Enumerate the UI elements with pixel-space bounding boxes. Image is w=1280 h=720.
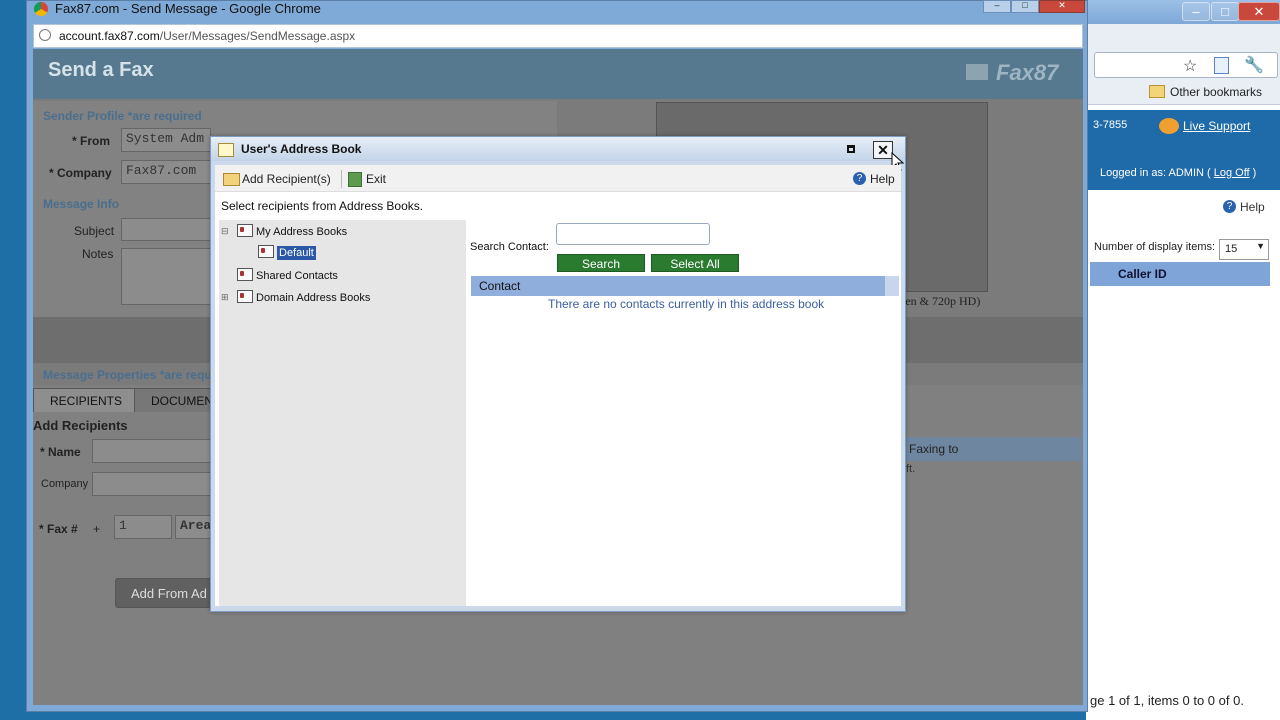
tree-item-label: Shared Contacts	[256, 270, 338, 282]
url-host: account.fax87.com	[59, 29, 160, 43]
display-items-select[interactable]: 15 ▼	[1219, 239, 1269, 260]
help-icon[interactable]: ?	[853, 172, 866, 185]
display-items-value: 15	[1225, 243, 1238, 255]
phone-number: 3-7855	[1093, 119, 1128, 131]
exit-button[interactable]: Exit	[366, 172, 386, 186]
close-icon[interactable]: ✕	[873, 141, 893, 159]
url-text[interactable]: account.fax87.com/User/Messages/SendMess…	[59, 29, 355, 43]
close-icon[interactable]: ✕	[1039, 0, 1085, 13]
background-help-link[interactable]: Help	[1240, 200, 1265, 214]
subject-label: Subject	[74, 224, 115, 238]
video-caption: een & 720p HD)	[900, 294, 981, 308]
folder-add-icon	[223, 173, 240, 186]
maximize-icon[interactable]: □	[1211, 2, 1239, 21]
dialog-help-button[interactable]: Help	[870, 172, 895, 186]
pager-text: ge 1 of 1, items 0 to 0 of 0.	[1090, 693, 1244, 708]
chevron-down-icon: ▼	[1256, 241, 1265, 251]
close-icon[interactable]: ✕	[1238, 2, 1280, 21]
window-title: Fax87.com - Send Message - Google Chrome	[55, 1, 321, 16]
page-icon[interactable]	[1214, 57, 1229, 74]
address-book-icon	[237, 224, 253, 237]
minimize-icon[interactable]: –	[1182, 2, 1210, 21]
tree-expand-icon[interactable]: ⊞	[221, 292, 229, 303]
fax-area-field[interactable]: Area	[175, 515, 215, 539]
from-field[interactable]: System Adm	[121, 128, 211, 152]
search-contact-input[interactable]	[556, 223, 710, 245]
fax-machine-icon	[966, 64, 988, 80]
tree-item-label: My Address Books	[256, 226, 348, 238]
tree-item-default[interactable]: Default	[258, 245, 316, 260]
display-items-label: Number of display items:	[1094, 241, 1216, 253]
url-path: /User/Messages/SendMessage.aspx	[159, 29, 356, 43]
search-contact-label: Search Contact:	[470, 241, 549, 253]
recipient-company-label: Company	[41, 478, 89, 490]
page-title: Send a Fax	[48, 59, 154, 81]
sender-profile-label: Sender Profile *are required	[43, 109, 202, 123]
tree-collapse-icon[interactable]: ⊟	[221, 226, 229, 237]
fax-label: * Fax #	[39, 522, 78, 536]
select-all-button[interactable]: Select All	[651, 254, 739, 272]
fax87-logo: Fax87	[996, 60, 1059, 85]
tree-item-label: Domain Address Books	[256, 292, 371, 304]
chrome-icon	[34, 2, 48, 16]
tree-item-label: Default	[277, 246, 316, 260]
background-browser-window	[1086, 0, 1280, 720]
logged-in-prefix: Logged in as: ADMIN (	[1100, 167, 1214, 179]
name-field[interactable]	[92, 439, 212, 463]
dialog-title: User's Address Book	[241, 142, 362, 156]
logged-in-suffix: )	[1249, 167, 1257, 179]
fax-plus: +	[93, 522, 101, 536]
folder-icon	[1149, 85, 1165, 98]
empty-contacts-message: There are no contacts currently in this …	[548, 297, 825, 311]
caller-id-header[interactable]: Caller ID	[1090, 262, 1270, 286]
faxing-to-header: Faxing to	[905, 437, 1081, 461]
notes-field[interactable]	[121, 248, 211, 305]
address-book-icon	[237, 268, 253, 281]
tree-item-domain-address-books[interactable]: Domain Address Books	[237, 290, 370, 304]
contact-column-header[interactable]: Contact	[471, 276, 885, 296]
help-icon[interactable]: ?	[1223, 200, 1236, 213]
background-titlebar: – □ ✕	[1086, 0, 1280, 24]
live-support-link[interactable]: Live Support	[1183, 119, 1250, 133]
notepad-icon	[218, 143, 234, 157]
add-from-address-book-button[interactable]: Add From Ad	[115, 578, 215, 608]
search-button[interactable]: Search	[557, 254, 645, 272]
add-recipients-heading: Add Recipients	[33, 418, 128, 433]
message-properties-label: Message Properties *are requ	[43, 368, 212, 382]
other-bookmarks[interactable]: Other bookmarks	[1170, 85, 1262, 99]
log-off-link[interactable]: Log Off	[1214, 167, 1250, 179]
minimize-icon[interactable]: –	[983, 0, 1011, 13]
maximize-icon[interactable]: □	[1011, 0, 1039, 13]
page-header	[33, 49, 1083, 99]
address-book-icon	[237, 290, 253, 303]
subject-field[interactable]	[121, 218, 211, 241]
fax-country-field[interactable]: 1	[114, 515, 172, 539]
company-label: * Company	[49, 166, 112, 180]
logged-in-status: Logged in as: ADMIN ( Log Off )	[1100, 167, 1256, 179]
name-label: * Name	[40, 445, 81, 459]
ft-fragment: ft.	[906, 463, 916, 475]
message-info-label: Message Info	[43, 197, 120, 211]
live-support-icon[interactable]	[1159, 118, 1179, 134]
exit-icon	[348, 172, 362, 187]
star-icon[interactable]: ☆	[1183, 56, 1197, 76]
contact-header-scroll-cap	[885, 276, 899, 296]
tree-item-shared-contacts[interactable]: Shared Contacts	[237, 268, 338, 282]
tree-item-my-address-books[interactable]: My Address Books	[237, 224, 347, 238]
address-book-icon	[258, 245, 274, 258]
dialog-instructions: Select recipients from Address Books.	[221, 199, 424, 213]
maximize-icon[interactable]	[847, 145, 855, 153]
tab-recipients[interactable]: RECIPIENTS	[33, 388, 140, 412]
from-label: * From	[72, 134, 111, 148]
notes-label: Notes	[82, 247, 114, 261]
add-recipients-button[interactable]: Add Recipient(s)	[242, 172, 331, 186]
toolbar-separator	[341, 170, 342, 188]
wrench-icon[interactable]: 🔧	[1244, 55, 1264, 75]
recipient-company-field[interactable]	[92, 472, 212, 496]
company-field[interactable]: Fax87.com	[121, 160, 211, 184]
globe-icon	[39, 29, 51, 41]
